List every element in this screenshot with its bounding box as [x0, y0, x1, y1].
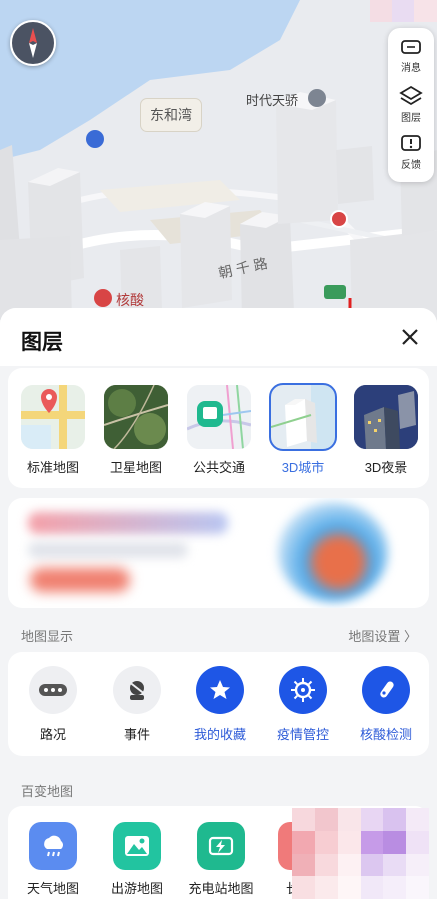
charging-map-label: 充电站地图: [188, 881, 254, 896]
traffic-icon: [29, 666, 77, 714]
feedback-label: 反馈: [401, 159, 421, 171]
toggle-event[interactable]: 事件: [101, 666, 173, 743]
layer-3d-city-label: 3D城市: [281, 460, 325, 475]
layer-satellite[interactable]: 卫星地图: [103, 385, 169, 476]
map-display-section-label: 地图显示: [21, 629, 74, 644]
watermark-pixels-top: [370, 0, 437, 22]
weather-icon: [29, 822, 77, 870]
standard-map-thumb: [21, 385, 85, 449]
feedback-icon: [401, 134, 421, 151]
layers-icon: [399, 85, 423, 105]
map-toolbar: 消息 图层 反馈: [388, 28, 434, 182]
message-label: 消息: [401, 62, 421, 74]
toggle-epidemic-control[interactable]: 疫情管控: [267, 666, 339, 743]
layer-3d-night-label: 3D夜景: [364, 460, 408, 475]
nucleic-test-label: 核酸检测: [359, 727, 412, 742]
layer-transit-label: 公共交通: [192, 460, 245, 475]
travel-map-item[interactable]: 出游地图: [96, 822, 178, 897]
sheet-title: 图层: [21, 331, 63, 354]
close-button[interactable]: [397, 324, 423, 350]
transit-map-thumb: [187, 385, 251, 449]
star-icon: [196, 666, 244, 714]
charging-map-item[interactable]: 充电站地图: [180, 822, 262, 897]
3d-night-thumb: [354, 385, 418, 449]
layers-sheet: 图层 标准地图 卫星地图 公共交通 3D城市 3D夜景 地图显示 地图设置 〉 …: [0, 308, 437, 899]
toggle-traffic[interactable]: 路况: [17, 666, 89, 743]
close-icon: [402, 329, 418, 345]
test-site-poi-icon[interactable]: [94, 289, 112, 307]
place-label[interactable]: 东和湾: [140, 98, 202, 132]
feedback-button[interactable]: 反馈: [388, 128, 434, 176]
test-tube-icon: [362, 666, 410, 714]
tower-label[interactable]: 时代天骄: [246, 90, 298, 109]
layer-3d-city[interactable]: 3D城市: [269, 383, 337, 476]
map-display-card: 路况 事件 我的收藏 疫情管控 核酸检测: [8, 652, 429, 756]
message-icon: [401, 39, 421, 54]
layers-button[interactable]: 图层: [388, 80, 434, 128]
layer-3d-night[interactable]: 3D夜景: [353, 385, 419, 476]
traffic-label: 路况: [39, 727, 66, 742]
sheet-header: 图层: [0, 308, 437, 366]
event-label: 事件: [123, 727, 150, 742]
map-view[interactable]: 东和湾 时代天骄 朝 千 路 核酸 消息 图层 反馈: [0, 0, 437, 320]
watermark-pixels-bottom: [292, 808, 429, 899]
charging-icon: [197, 822, 245, 870]
variety-maps-card: 天气地图 出游地图 充电站地图 长: [8, 806, 429, 899]
virus-icon: [279, 666, 327, 714]
travel-map-label: 出游地图: [110, 881, 163, 896]
layer-type-card: 标准地图 卫星地图 公共交通 3D城市 3D夜景: [8, 368, 429, 488]
layer-transit[interactable]: 公共交通: [186, 385, 252, 476]
layer-standard[interactable]: 标准地图: [20, 385, 86, 476]
building-poi-icon[interactable]: [308, 89, 326, 107]
layer-satellite-label: 卫星地图: [109, 460, 162, 475]
no-entry-icon[interactable]: [330, 210, 348, 228]
map-settings-link[interactable]: 地图设置 〉: [348, 626, 417, 645]
compass-icon[interactable]: [10, 20, 56, 66]
toggle-nucleic-test[interactable]: 核酸检测: [350, 666, 422, 743]
promo-banner[interactable]: [8, 498, 429, 608]
travel-icon: [113, 822, 161, 870]
weather-map-label: 天气地图: [26, 881, 79, 896]
satellite-map-thumb: [104, 385, 168, 449]
anchor-poi-icon[interactable]: [86, 130, 104, 148]
layer-standard-label: 标准地图: [26, 460, 79, 475]
variety-maps-section-label: 百变地图: [21, 784, 74, 799]
poi-label[interactable]: 核酸: [116, 290, 144, 310]
layers-label: 图层: [401, 112, 421, 124]
message-button[interactable]: 消息: [388, 32, 434, 80]
3d-city-thumb: [269, 383, 337, 451]
epidemic-control-label: 疫情管控: [276, 727, 329, 742]
favorites-label: 我的收藏: [193, 727, 246, 742]
weather-map-item[interactable]: 天气地图: [12, 822, 94, 897]
toggle-favorites[interactable]: 我的收藏: [184, 666, 256, 743]
event-icon: [113, 666, 161, 714]
